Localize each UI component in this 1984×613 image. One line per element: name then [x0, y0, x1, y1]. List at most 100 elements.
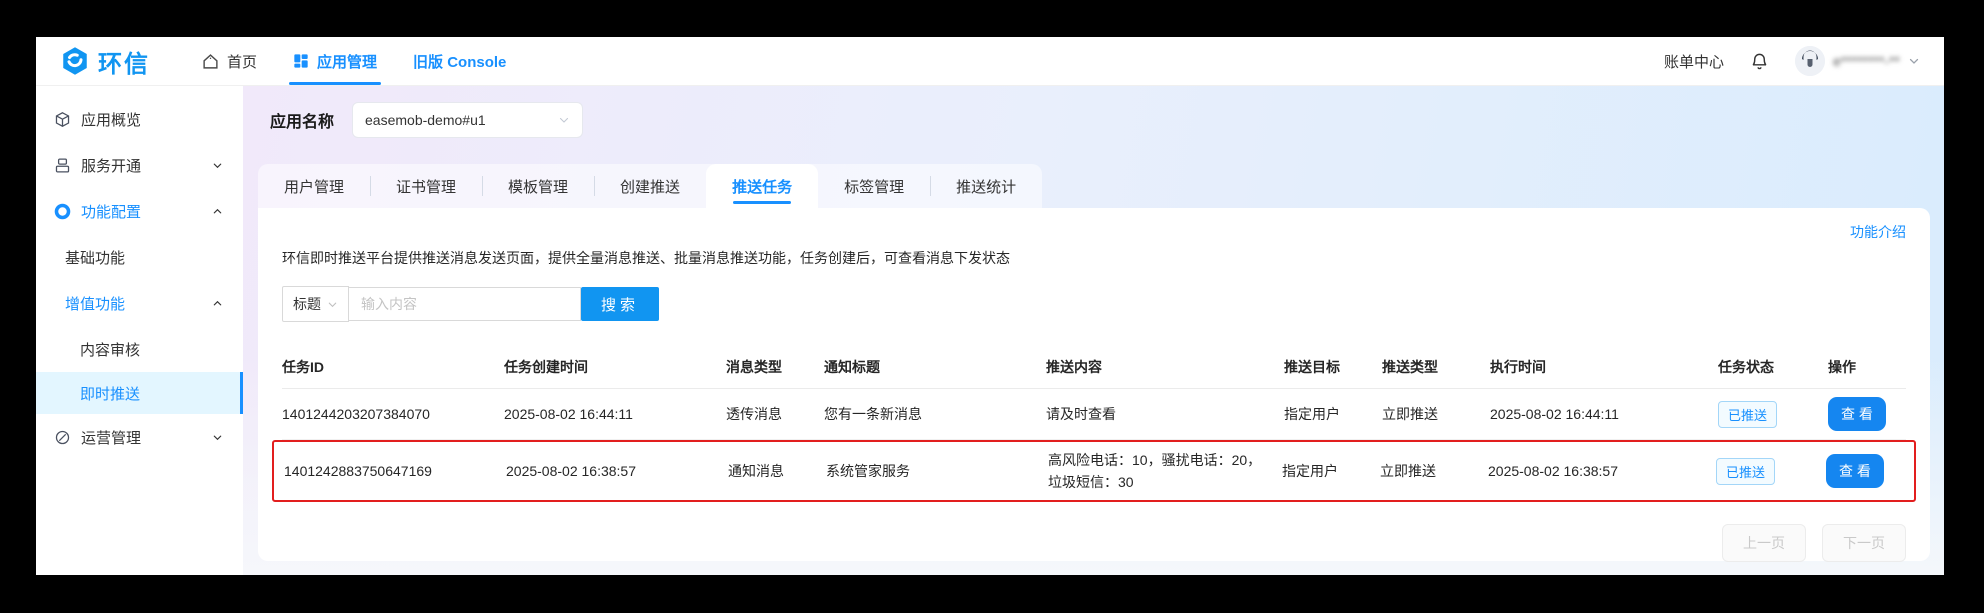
cell-task-id: 1401242883750647169 — [284, 463, 506, 479]
tab-user-management[interactable]: 用户管理 — [258, 164, 370, 208]
app-name-value: easemob-demo#u1 — [365, 112, 486, 128]
tab-label: 证书管理 — [396, 176, 456, 197]
main-content: 应用名称 easemob-demo#u1 用户管理 证书管理 模板管理 创建推送… — [243, 86, 1944, 575]
sidebar-item-feature-config[interactable]: 功能配置 — [36, 188, 243, 234]
sidebar-item-label: 运营管理 — [81, 427, 141, 448]
search-button[interactable]: 搜索 — [581, 287, 659, 321]
sidebar-item-label: 即时推送 — [80, 383, 140, 404]
cell-exec-time: 2025-08-02 16:44:11 — [1490, 406, 1718, 422]
stack-icon — [53, 156, 71, 174]
col-header-target: 推送目标 — [1284, 357, 1382, 377]
chevron-up-icon — [212, 298, 223, 309]
nav-home[interactable]: 首页 — [184, 37, 275, 85]
col-header-push-type: 推送类型 — [1382, 357, 1490, 377]
sidebar-item-app-overview[interactable]: 应用概览 — [36, 96, 243, 142]
tab-create-push[interactable]: 创建推送 — [594, 164, 706, 208]
tasks-table: 任务ID 任务创建时间 消息类型 通知标题 推送内容 推送目标 推送类型 执行时… — [282, 346, 1906, 502]
sidebar-item-value-added[interactable]: 增值功能 — [36, 280, 243, 326]
cell-msg-type: 透传消息 — [726, 404, 824, 424]
home-icon — [202, 53, 219, 70]
nav-old-console[interactable]: 旧版 Console — [395, 37, 524, 85]
chevron-down-icon — [212, 432, 223, 443]
cell-title: 系统管家服务 — [826, 461, 1048, 481]
pagination: 上一页 下一页 — [282, 524, 1906, 575]
table-header-row: 任务ID 任务创建时间 消息类型 通知标题 推送内容 推送目标 推送类型 执行时… — [282, 346, 1906, 389]
chevron-down-icon — [327, 299, 338, 310]
logo-text: 环信 — [98, 44, 150, 79]
username: e********-** — [1833, 53, 1900, 69]
target-icon — [53, 202, 71, 220]
sidebar-item-label: 应用概览 — [81, 109, 141, 130]
col-header-created: 任务创建时间 — [504, 357, 726, 377]
tab-certificate-management[interactable]: 证书管理 — [370, 164, 482, 208]
cell-content: 高风险电话：10，骚扰电话：20，垃圾短信：30 — [1048, 449, 1282, 494]
top-navbar: 环信 首页 应用管理 旧版 Console — [36, 37, 1944, 86]
billing-center-link[interactable]: 账单中心 — [1664, 51, 1724, 72]
tab-label: 标签管理 — [844, 176, 904, 197]
cell-push-type: 立即推送 — [1382, 404, 1490, 424]
cell-action: 查 看 — [1826, 454, 1904, 488]
tab-push-tasks[interactable]: 推送任务 — [706, 164, 818, 208]
nav-app-management-label: 应用管理 — [317, 51, 377, 72]
col-header-content: 推送内容 — [1046, 356, 1284, 378]
feature-intro-link[interactable]: 功能介绍 — [1850, 222, 1906, 242]
cell-title: 您有一条新消息 — [824, 404, 1046, 424]
cell-target: 指定用户 — [1284, 404, 1382, 424]
sidebar: 应用概览 服务开通 — [36, 86, 243, 575]
next-page-button[interactable]: 下一页 — [1822, 524, 1906, 562]
easemob-logo[interactable]: 环信 — [60, 44, 150, 79]
nav-app-management[interactable]: 应用管理 — [275, 37, 395, 85]
sidebar-item-operations[interactable]: 运营管理 — [36, 414, 243, 460]
content-card: 功能介绍 环信即时推送平台提供推送消息发送页面，提供全量消息推送、批量消息推送功… — [258, 208, 1930, 561]
view-button[interactable]: 查 看 — [1826, 454, 1884, 488]
col-header-action: 操作 — [1828, 357, 1906, 377]
sidebar-item-basic-features[interactable]: 基础功能 — [36, 234, 243, 280]
cell-msg-type: 通知消息 — [728, 461, 826, 481]
user-menu[interactable]: e********-** — [1795, 46, 1920, 76]
slash-circle-icon — [53, 428, 71, 446]
sidebar-item-content-moderation[interactable]: 内容审核 — [36, 326, 243, 372]
sidebar-item-service-activation[interactable]: 服务开通 — [36, 142, 243, 188]
status-badge: 已推送 — [1716, 458, 1775, 485]
cell-status: 已推送 — [1718, 401, 1828, 428]
sidebar-item-label: 基础功能 — [65, 247, 125, 268]
search-field-select[interactable]: 标题 — [282, 286, 349, 322]
tab-label: 推送任务 — [732, 176, 792, 197]
sidebar-item-instant-push[interactable]: 即时推送 — [36, 372, 243, 414]
bell-icon[interactable] — [1750, 52, 1769, 71]
app-window: 环信 首页 应用管理 旧版 Console — [36, 37, 1944, 575]
tab-push-statistics[interactable]: 推送统计 — [930, 164, 1042, 208]
tab-label: 用户管理 — [284, 176, 344, 197]
chevron-up-icon — [212, 206, 223, 217]
search-bar: 标题 搜索 — [282, 286, 1906, 322]
sidebar-item-label: 服务开通 — [81, 155, 141, 176]
tab-label: 创建推送 — [620, 176, 680, 197]
cell-created: 2025-08-02 16:44:11 — [504, 406, 726, 422]
col-header-status: 任务状态 — [1718, 357, 1828, 377]
nav-home-label: 首页 — [227, 51, 257, 72]
sidebar-item-label: 增值功能 — [65, 293, 125, 314]
cell-task-id: 1401244203207384070 — [282, 406, 504, 422]
tab-template-management[interactable]: 模板管理 — [482, 164, 594, 208]
col-header-title: 通知标题 — [824, 357, 1046, 377]
view-button[interactable]: 查 看 — [1828, 397, 1886, 431]
avatar — [1795, 46, 1825, 76]
cell-created: 2025-08-02 16:38:57 — [506, 463, 728, 479]
prev-page-button[interactable]: 上一页 — [1722, 524, 1806, 562]
tab-label: 推送统计 — [956, 176, 1016, 197]
app-name-select[interactable]: easemob-demo#u1 — [352, 102, 583, 138]
search-input[interactable] — [349, 287, 581, 321]
cell-action: 查 看 — [1828, 397, 1906, 431]
cell-status: 已推送 — [1716, 458, 1826, 485]
search-field-value: 标题 — [293, 294, 321, 314]
col-header-task-id: 任务ID — [282, 357, 504, 377]
grid-icon — [293, 53, 309, 69]
page-description: 环信即时推送平台提供推送消息发送页面，提供全量消息推送、批量消息推送功能，任务创… — [282, 248, 1906, 268]
col-header-exec-time: 执行时间 — [1490, 357, 1718, 377]
cell-exec-time: 2025-08-02 16:38:57 — [1488, 463, 1716, 479]
table-row: 1401244203207384070 2025-08-02 16:44:11 … — [282, 389, 1906, 440]
nav-old-console-label: 旧版 Console — [413, 51, 506, 72]
status-badge: 已推送 — [1718, 401, 1777, 428]
chevron-down-icon — [1908, 55, 1920, 67]
tab-tag-management[interactable]: 标签管理 — [818, 164, 930, 208]
